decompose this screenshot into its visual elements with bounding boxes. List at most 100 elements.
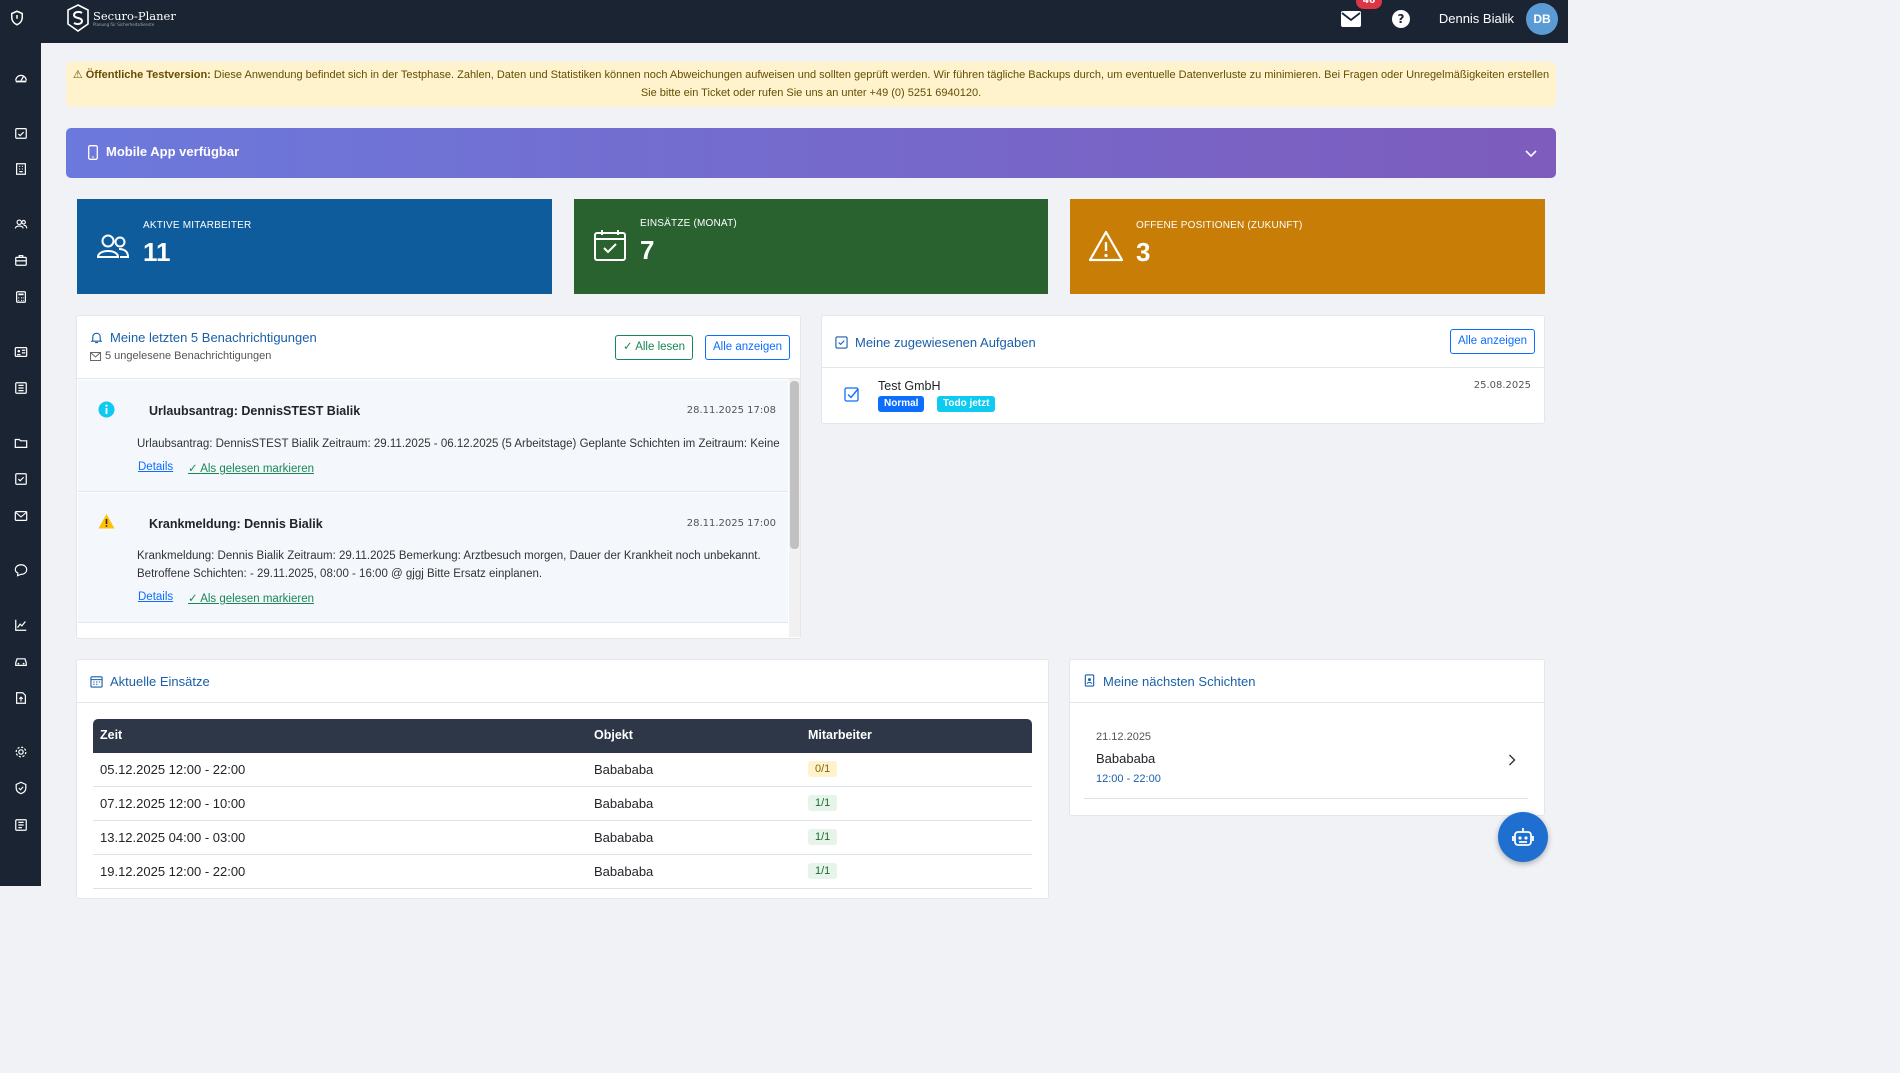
chevron-right-icon[interactable] — [1508, 754, 1516, 766]
stat-value: 7 — [640, 235, 655, 265]
details-link[interactable]: Details — [138, 461, 173, 473]
user-name[interactable]: Dennis Bialik — [1439, 11, 1514, 26]
stat-label: AKTIVE MITARBEITER — [143, 220, 252, 231]
shift-item[interactable]: 21.12.2025 Babababa 12:00 - 22:00 — [1084, 716, 1528, 799]
top-bar: Securo-Planer Planung für Sicherheitsdie… — [0, 0, 1568, 43]
mail-count-badge: 46 — [1356, 0, 1382, 9]
folder-icon[interactable] — [14, 436, 28, 450]
list-icon[interactable] — [14, 381, 28, 395]
task-name: Test GmbH — [878, 379, 941, 393]
checklist-icon[interactable] — [14, 472, 28, 486]
users-icon[interactable] — [14, 217, 28, 231]
divider — [77, 378, 800, 379]
stat-open-positions: OFFENE POSITIONEN (ZUKUNFT) 3 — [1070, 199, 1545, 294]
car-icon[interactable] — [14, 654, 28, 668]
assignment-time: 19.12.2025 12:00 - 22:00 — [100, 864, 246, 879]
robot-icon — [1512, 828, 1534, 846]
column-header[interactable]: Mitarbeiter — [808, 728, 872, 742]
show-all-notifications-button[interactable]: Alle anzeigen — [705, 335, 791, 360]
envelope-icon — [90, 352, 101, 361]
assignments-title: Aktuelle Einsätze — [110, 674, 210, 689]
table-row[interactable]: 19.12.2025 12:00 - 22:00 Babababa 1/1 — [93, 855, 1032, 889]
upload-icon[interactable] — [14, 691, 28, 705]
table-row[interactable]: 13.12.2025 04:00 - 03:00 Babababa 1/1 — [93, 821, 1032, 855]
info-icon — [98, 401, 115, 418]
bell-icon — [90, 332, 103, 344]
briefcase-icon[interactable] — [14, 253, 28, 267]
notification-date: 28.11.2025 17:00 — [686, 518, 776, 529]
tasks-title: Meine zugewiesenen Aufgaben — [855, 335, 1036, 350]
assignment-object: Babababa — [594, 864, 654, 879]
read-all-button[interactable]: ✓ Alle lesen — [615, 335, 694, 360]
dashboard-icon[interactable] — [14, 71, 28, 85]
chat-icon[interactable] — [14, 563, 28, 577]
mark-read-link[interactable]: ✓ Als gelesen markieren — [188, 461, 314, 475]
chatbot-button[interactable] — [1498, 812, 1548, 862]
notifications-title: Meine letzten 5 Benachrichtigungen — [110, 330, 317, 345]
brand-logo[interactable]: Securo-Planer Planung für Sicherheitsdie… — [66, 4, 176, 32]
sidebar — [0, 43, 41, 886]
task-date: 25.08.2025 — [1473, 380, 1531, 391]
task-check-icon — [844, 387, 859, 402]
staff-ratio-badge: 0/1 — [808, 761, 838, 777]
assignment-time: 13.12.2025 04:00 - 03:00 — [100, 830, 246, 845]
notification-item[interactable]: Krankmeldung: Dennis Bialik 28.11.2025 1… — [78, 493, 788, 623]
calculator-icon[interactable] — [14, 290, 28, 304]
shield-icon[interactable] — [14, 781, 28, 795]
warning-icon — [1088, 230, 1124, 262]
assignment-object: Babababa — [594, 762, 654, 777]
assignment-time: 07.12.2025 12:00 - 10:00 — [100, 796, 246, 811]
details-link[interactable]: Details — [138, 591, 173, 603]
notification-date: 28.11.2025 17:08 — [686, 405, 776, 416]
column-header[interactable]: Objekt — [594, 728, 633, 742]
notifications-panel: Meine letzten 5 Benachrichtigungen 5 ung… — [76, 315, 801, 639]
brand-name: Securo-Planer — [93, 8, 176, 23]
staff-ratio-badge: 1/1 — [808, 863, 838, 879]
table-row[interactable]: 07.12.2025 12:00 - 10:00 Babababa 1/1 — [93, 787, 1032, 821]
chevron-down-icon[interactable] — [1524, 146, 1538, 160]
stat-assignments-month: EINSÄTZE (MONAT) 7 — [574, 199, 1048, 294]
staff-ratio-badge: 1/1 — [808, 795, 838, 811]
stat-value: 3 — [1136, 237, 1151, 267]
scrollbar-thumb[interactable] — [790, 381, 799, 549]
task-item[interactable]: Test GmbH 25.08.2025 Normal Todo jetzt — [822, 368, 1544, 424]
chart-icon[interactable] — [14, 618, 28, 632]
mail-icon[interactable] — [1341, 11, 1361, 27]
priority-badge: Normal — [878, 396, 925, 412]
gear-icon[interactable] — [14, 745, 28, 759]
checkbox-icon — [835, 336, 848, 349]
id-card-icon[interactable] — [14, 345, 28, 359]
show-all-tasks-button[interactable]: Alle anzeigen — [1450, 329, 1536, 354]
shield-icon[interactable] — [8, 9, 26, 27]
notification-body: Urlaubsantrag: DennisSTEST Bialik Zeitra… — [137, 438, 780, 450]
stat-value: 11 — [143, 237, 171, 267]
mobile-banner-title: Mobile App verfügbar — [106, 144, 240, 159]
table-row[interactable]: 05.12.2025 12:00 - 22:00 Babababa 0/1 — [93, 753, 1032, 787]
warning-icon — [98, 514, 115, 529]
users-icon — [96, 234, 130, 258]
divider — [77, 702, 1048, 703]
avatar[interactable]: DB — [1526, 3, 1558, 35]
check-icon: ✓ — [623, 341, 633, 353]
warning-icon: ⚠ — [72, 69, 83, 81]
help-icon[interactable]: ? — [1392, 10, 1410, 28]
status-badge: Todo jetzt — [937, 396, 996, 412]
mark-read-link[interactable]: ✓ Als gelesen markieren — [188, 591, 314, 605]
assignment-object: Babababa — [594, 796, 654, 811]
stat-label: OFFENE POSITIONEN (ZUKUNFT) — [1136, 220, 1303, 231]
building-icon[interactable] — [14, 162, 28, 176]
mobile-app-banner[interactable]: Mobile App verfügbar — [66, 128, 1556, 178]
mail-icon[interactable] — [14, 509, 28, 523]
stat-active-employees: AKTIVE MITARBEITER 11 — [77, 199, 552, 294]
logo-mark-icon — [67, 4, 89, 32]
divider — [1070, 702, 1544, 703]
notification-item[interactable]: Urlaubsantrag: DennisSTEST Bialik 28.11.… — [78, 380, 788, 492]
document-icon[interactable] — [14, 818, 28, 832]
calendar-check-icon[interactable] — [14, 126, 28, 140]
phone-icon — [88, 145, 98, 160]
calendar-icon — [90, 676, 103, 688]
column-header[interactable]: Zeit — [100, 728, 122, 742]
assignment-object: Babababa — [594, 830, 654, 845]
shift-time: 12:00 - 22:00 — [1096, 773, 1161, 785]
assignments-table: Zeit Objekt Mitarbeiter 05.12.2025 12:00… — [93, 719, 1032, 889]
